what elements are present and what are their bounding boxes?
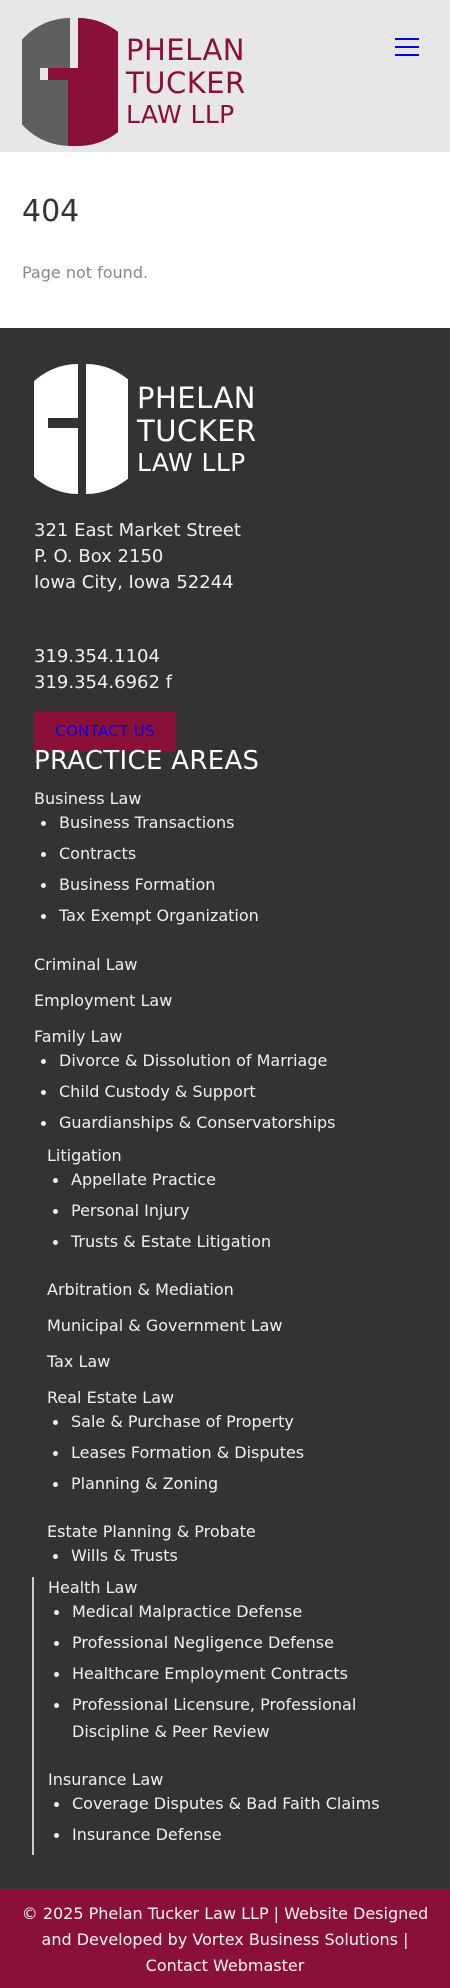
address-line: Iowa City, Iowa 52244 <box>34 572 234 593</box>
practice-area-health-law[interactable]: Health Law <box>48 1578 137 1597</box>
practice-subarea[interactable]: Appellate Practice <box>53 1167 216 1193</box>
practice-subarea[interactable]: Insurance Defense <box>54 1822 222 1848</box>
practice-area-family-law[interactable]: Family Law <box>34 1027 122 1046</box>
practice-area-municipal[interactable]: Municipal & Government Law <box>47 1316 283 1335</box>
practice-subarea[interactable]: Leases Formation & Disputes <box>52 1440 304 1466</box>
site-header: PHELAN TUCKER LAW LLP <box>0 0 450 152</box>
practice-area-tax-law[interactable]: Tax Law <box>47 1352 110 1371</box>
logo-line-1: PHELAN <box>126 33 245 67</box>
practice-subarea[interactable]: Sale & Purchase of Property <box>53 1409 294 1435</box>
practice-subarea[interactable]: Personal Injury <box>53 1198 190 1224</box>
contact-us-button[interactable]: CONTACT US <box>34 711 176 751</box>
practice-area-litigation[interactable]: Litigation <box>47 1146 122 1165</box>
footer-logo[interactable]: PHELAN TUCKER LAW LLP <box>34 364 257 494</box>
practice-subarea[interactable]: Healthcare Employment Contracts <box>54 1661 348 1687</box>
practice-area-insurance-law[interactable]: Insurance Law <box>48 1770 163 1789</box>
practice-subarea[interactable]: Guardianships & Conservatorships <box>40 1110 335 1136</box>
practice-subarea[interactable]: Divorce & Dissolution of Marriage <box>40 1048 327 1074</box>
logo-mark-icon <box>22 18 118 146</box>
error-message: Page not found. <box>22 263 149 282</box>
site-logo[interactable]: PHELAN TUCKER LAW LLP <box>22 18 245 146</box>
error-code: 404 <box>22 194 80 229</box>
footer-logo-line-1: PHELAN <box>137 381 256 415</box>
hamburger-menu-icon[interactable] <box>395 36 419 58</box>
practice-subarea[interactable]: Business Transactions <box>41 810 235 836</box>
address-line: 321 East Market Street <box>34 520 241 541</box>
contact-webmaster-link[interactable]: Contact Webmaster <box>18 1953 432 1979</box>
practice-area-real-estate[interactable]: Real Estate Law <box>47 1388 174 1407</box>
copyright-line[interactable]: and Developed by Vortex Business Solutio… <box>18 1927 432 1953</box>
practice-area-business-law[interactable]: Business Law <box>34 789 141 808</box>
practice-subarea-continued[interactable]: Discipline & Peer Review <box>72 1719 270 1745</box>
fax-number: 319.354.6962 f <box>34 672 173 693</box>
address-line: P. O. Box 2150 <box>34 546 164 567</box>
practice-subarea[interactable]: Contracts <box>40 841 136 867</box>
practice-area-criminal-law[interactable]: Criminal Law <box>34 955 138 974</box>
footer-phones: 319.354.1104 319.354.6962 f <box>34 644 172 696</box>
practice-subarea[interactable]: Tax Exempt Organization <box>41 903 259 929</box>
footer-logo-wordmark: PHELAN TUCKER LAW LLP <box>137 384 257 483</box>
phone-number[interactable]: 319.354.1104 <box>34 644 172 670</box>
practice-subarea[interactable]: Planning & Zoning <box>52 1471 218 1497</box>
practice-subarea[interactable]: Professional Negligence Defense <box>54 1630 334 1656</box>
copyright-bar: © 2025 Phelan Tucker Law LLP | Website D… <box>0 1889 450 1988</box>
footer-logo-mark-icon <box>34 364 128 494</box>
practice-areas-title: PRACTICE AREAS <box>34 746 260 776</box>
nested-list-rule <box>32 1577 34 1855</box>
practice-subarea[interactable]: Business Formation <box>40 872 215 898</box>
practice-area-arbitration[interactable]: Arbitration & Mediation <box>47 1280 234 1299</box>
footer-address: 321 East Market Street P. O. Box 2150 Io… <box>34 518 241 596</box>
main-content: 404 Page not found. <box>0 152 450 328</box>
logo-line-2: TUCKER <box>126 66 246 100</box>
practice-subarea[interactable]: Medical Malpractice Defense <box>53 1599 302 1625</box>
practice-area-employment-law[interactable]: Employment Law <box>34 991 172 1010</box>
practice-subarea[interactable]: Professional Licensure, Professional <box>53 1692 356 1718</box>
logo-wordmark: PHELAN TUCKER LAW LLP <box>126 36 246 135</box>
footer-logo-line-2: TUCKER <box>137 414 257 448</box>
practice-area-estate-planning[interactable]: Estate Planning & Probate <box>47 1522 256 1541</box>
copyright-line: © 2025 Phelan Tucker Law LLP | Website D… <box>21 1904 429 1923</box>
site-footer: PHELAN TUCKER LAW LLP 321 East Market St… <box>0 328 450 1889</box>
practice-subarea[interactable]: Wills & Trusts <box>53 1543 178 1569</box>
practice-subarea[interactable]: Trusts & Estate Litigation <box>52 1229 271 1255</box>
logo-line-3: LAW LLP <box>126 100 235 129</box>
footer-logo-line-3: LAW LLP <box>137 448 246 477</box>
practice-subarea[interactable]: Coverage Disputes & Bad Faith Claims <box>54 1791 380 1817</box>
practice-subarea[interactable]: Child Custody & Support <box>41 1079 256 1105</box>
